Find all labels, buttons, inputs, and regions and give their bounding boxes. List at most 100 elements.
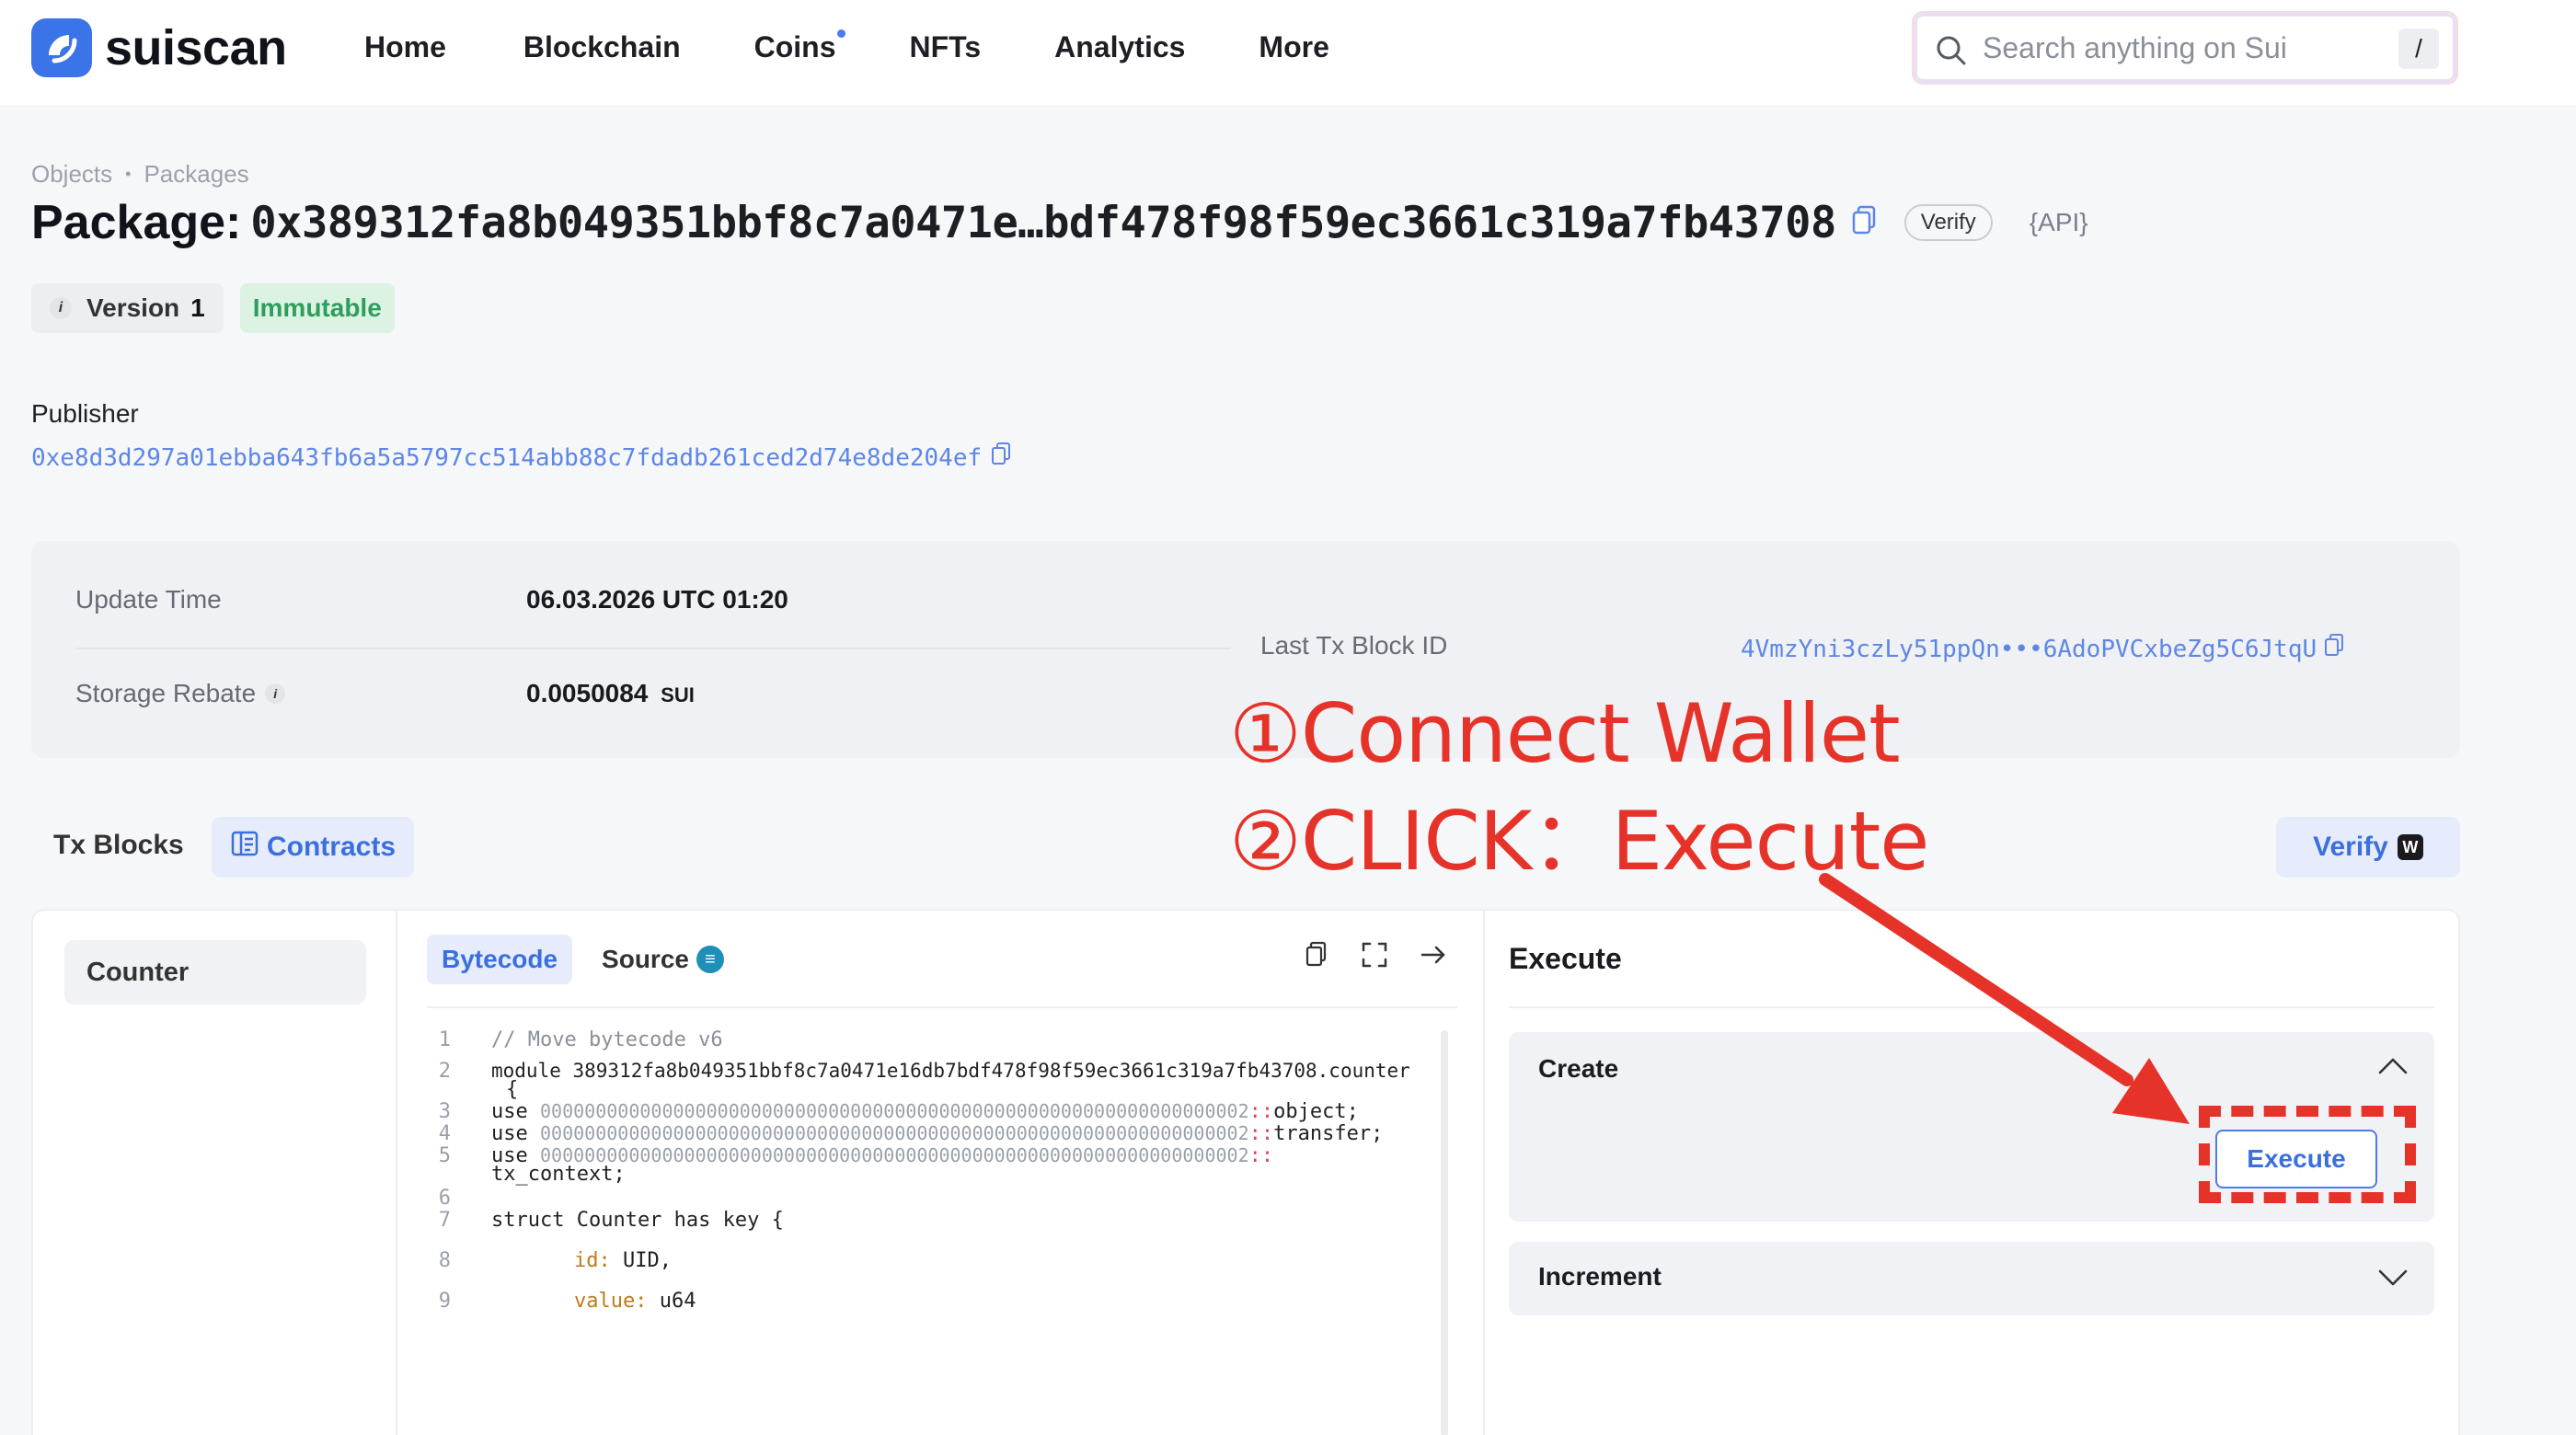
update-time-label: Update Time bbox=[75, 585, 222, 614]
copy-icon[interactable] bbox=[1851, 205, 1877, 241]
breadcrumb: Objects • Packages bbox=[31, 160, 249, 189]
suiscan-logo-icon bbox=[31, 18, 92, 77]
line-number: 5 bbox=[438, 1144, 451, 1167]
function-increment-title: Increment bbox=[1538, 1262, 1662, 1291]
publisher-address-row: 0xe8d3d297a01ebba643fb6a5a5797cc514abb88… bbox=[31, 442, 1011, 474]
nav-more[interactable]: More bbox=[1259, 24, 1328, 70]
line-number: 6 bbox=[438, 1187, 451, 1210]
keyword: use bbox=[491, 1100, 528, 1123]
divider bbox=[427, 1006, 1457, 1008]
code-scrollbar[interactable] bbox=[1441, 1030, 1448, 1435]
last-tx-id[interactable]: 4VmzYni3czLy51ppQn•••6AdoPVCxbeZg5C6JtqU bbox=[1741, 636, 2317, 663]
keyword: use bbox=[491, 1122, 528, 1145]
package-address: 0x389312fa8b049351bbf8c7a0471e…bdf478f98… bbox=[250, 197, 1836, 248]
last-tx-row: 4VmzYni3czLy51ppQn•••6AdoPVCxbeZg5C6JtqU bbox=[1741, 633, 2344, 665]
code-toolbar bbox=[1303, 940, 1478, 974]
last-tx-label: Last Tx Block ID bbox=[1260, 631, 1448, 660]
package-badges: i Version 1 Immutable bbox=[31, 283, 395, 333]
field-name: value: bbox=[574, 1290, 648, 1313]
info-icon[interactable]: i bbox=[265, 683, 286, 704]
breadcrumb-packages[interactable]: Packages bbox=[144, 160, 248, 189]
copy-icon[interactable] bbox=[2324, 633, 2344, 665]
operator: :: bbox=[1248, 1144, 1274, 1167]
search-box[interactable]: / bbox=[1912, 11, 2458, 85]
verified-source-icon: ≡ bbox=[696, 946, 724, 973]
api-link[interactable]: {API} bbox=[2030, 208, 2088, 237]
search-icon bbox=[1935, 34, 1968, 72]
nav-nfts[interactable]: NFTs bbox=[910, 24, 982, 70]
divider bbox=[1509, 1006, 2434, 1008]
version-value: 1 bbox=[190, 293, 205, 322]
annotation-step-2: ②CLICK：Execute bbox=[1229, 794, 1929, 889]
tab-contracts-label: Contracts bbox=[266, 832, 397, 862]
verify-logo-icon: W bbox=[2397, 834, 2423, 860]
publisher-label: Publisher bbox=[31, 399, 139, 428]
line-number: 7 bbox=[438, 1209, 451, 1232]
divider bbox=[396, 911, 397, 1435]
line-number: 4 bbox=[438, 1122, 451, 1145]
field-name: id: bbox=[574, 1249, 611, 1272]
verify-button-label: Verify bbox=[2313, 832, 2388, 862]
nav-analytics[interactable]: Analytics bbox=[1054, 24, 1185, 70]
module-name: object; bbox=[1273, 1100, 1359, 1123]
operator: :: bbox=[1248, 1122, 1274, 1145]
annotation-step-1: ①Connect Wallet bbox=[1229, 686, 1901, 781]
main-nav: Home Blockchain Coins NFTs Analytics Mor… bbox=[364, 24, 1329, 70]
highlight-box bbox=[2199, 1106, 2416, 1203]
version-label: Version bbox=[86, 293, 180, 322]
field-type: u64 bbox=[659, 1290, 696, 1313]
tab-source-label: Source bbox=[602, 945, 689, 973]
search-input[interactable] bbox=[1983, 27, 2369, 69]
code-text: use 000000000000000000000000000000000000… bbox=[491, 1100, 1359, 1123]
arrow-right-icon[interactable] bbox=[1419, 940, 1448, 974]
tab-bytecode[interactable]: Bytecode bbox=[427, 935, 573, 984]
page-title: Package: 0x389312fa8b049351bbf8c7a0471e…… bbox=[31, 195, 2088, 250]
bytecode-viewer[interactable]: 1 // Move bytecode v6 2 module 389312fa8… bbox=[427, 1028, 1459, 1435]
breadcrumb-objects[interactable]: Objects bbox=[31, 160, 112, 189]
line-number: 9 bbox=[438, 1290, 451, 1313]
tab-source[interactable]: Source ≡ bbox=[602, 945, 724, 974]
address: 0000000000000000000000000000000000000000… bbox=[540, 1144, 1249, 1166]
address: 0000000000000000000000000000000000000000… bbox=[540, 1100, 1249, 1122]
storage-rebate-label: Storage Rebate bbox=[75, 679, 257, 707]
verify-badge[interactable]: Verify bbox=[1903, 204, 1993, 241]
nav-home[interactable]: Home bbox=[364, 24, 446, 70]
function-create-title[interactable]: Create bbox=[1538, 1054, 1618, 1084]
field-type: UID, bbox=[623, 1249, 672, 1272]
operator: :: bbox=[1248, 1100, 1274, 1123]
copy-icon[interactable] bbox=[1303, 940, 1330, 974]
nav-coins[interactable]: Coins bbox=[754, 24, 845, 70]
version-badge: i Version 1 bbox=[31, 283, 224, 333]
code-text: // Move bytecode v6 bbox=[491, 1028, 723, 1051]
info-icon[interactable]: i bbox=[50, 297, 72, 319]
storage-rebate-value: 0.0050084 bbox=[526, 679, 649, 707]
storage-rebate-value-row: 0.0050084 SUI bbox=[526, 679, 695, 708]
app-name: suiscan bbox=[105, 20, 287, 75]
top-header: suiscan Home Blockchain Coins NFTs Analy… bbox=[0, 0, 2576, 107]
divider bbox=[75, 648, 1231, 649]
storage-rebate-unit: SUI bbox=[661, 683, 695, 706]
code-tabs: Bytecode Source ≡ bbox=[427, 935, 724, 984]
fullscreen-icon[interactable] bbox=[1360, 940, 1389, 974]
new-indicator-dot bbox=[836, 29, 845, 38]
line-number: 3 bbox=[438, 1100, 451, 1123]
page-title-label: Package: bbox=[31, 196, 242, 249]
module-name: transfer; bbox=[1273, 1122, 1384, 1145]
module-item-counter[interactable]: Counter bbox=[64, 940, 366, 1004]
address: 0000000000000000000000000000000000000000… bbox=[540, 1122, 1249, 1144]
line-number: 2 bbox=[438, 1060, 451, 1083]
code-text: value: u64 bbox=[574, 1290, 696, 1313]
execute-title: Execute bbox=[1509, 942, 1622, 975]
function-increment-panel[interactable]: Increment bbox=[1509, 1242, 2434, 1315]
publisher-address[interactable]: 0xe8d3d297a01ebba643fb6a5a5797cc514abb88… bbox=[31, 444, 982, 472]
copy-icon[interactable] bbox=[991, 442, 1011, 474]
verify-button[interactable]: Verify W bbox=[2276, 817, 2460, 878]
divider bbox=[1483, 911, 1485, 1435]
chevron-up-icon[interactable] bbox=[2377, 1056, 2409, 1081]
chevron-down-icon bbox=[2377, 1268, 2409, 1292]
tab-tx-blocks[interactable]: Tx Blocks bbox=[53, 830, 184, 861]
contract-icon bbox=[230, 829, 259, 866]
tab-contracts[interactable]: Contracts bbox=[212, 817, 414, 878]
suiscan-logo[interactable]: suiscan bbox=[31, 18, 287, 77]
nav-blockchain[interactable]: Blockchain bbox=[523, 24, 681, 70]
